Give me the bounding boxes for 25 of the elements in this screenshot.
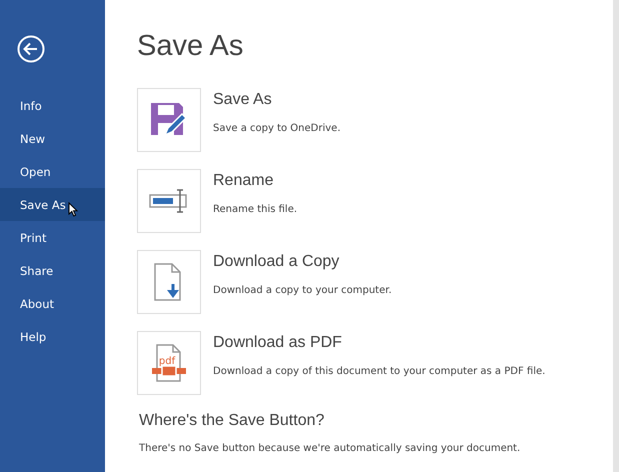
option-title[interactable]: Download a Copy: [213, 252, 392, 272]
page-title: Save As: [137, 29, 244, 64]
back-icon[interactable]: [17, 35, 45, 63]
option-description: Download a copy of this document to your computer as a PDF file.: [213, 366, 546, 377]
option-title[interactable]: Download as PDF: [213, 333, 546, 353]
rename-field-icon: [149, 189, 189, 213]
sidebar-item[interactable]: Save As: [0, 188, 105, 221]
option-title[interactable]: Rename: [213, 171, 298, 191]
option-tile[interactable]: [137, 88, 201, 152]
sidebar-item[interactable]: Share: [0, 254, 105, 287]
option-title[interactable]: Save As: [213, 90, 341, 110]
sidebar-item[interactable]: Print: [0, 221, 105, 254]
option-tile[interactable]: [137, 169, 201, 233]
option-description: Download a copy to your computer.: [213, 285, 392, 296]
sidebar-item[interactable]: Help: [0, 320, 105, 353]
mouse-cursor-icon: [68, 202, 78, 217]
sidebar-item[interactable]: New: [0, 122, 105, 155]
option-description: Save a copy to OneDrive.: [213, 123, 341, 134]
info-text: There's no Save button because we're automatically saving your document.: [139, 443, 522, 454]
sidebar-item[interactable]: Open: [0, 155, 105, 188]
sidebar-item[interactable]: About: [0, 287, 105, 320]
option-description: Rename this file.: [213, 204, 298, 215]
sidebar-item[interactable]: Info: [0, 89, 105, 122]
option-tile[interactable]: [137, 250, 201, 314]
section-heading: Where's the Save Button?: [139, 412, 326, 430]
